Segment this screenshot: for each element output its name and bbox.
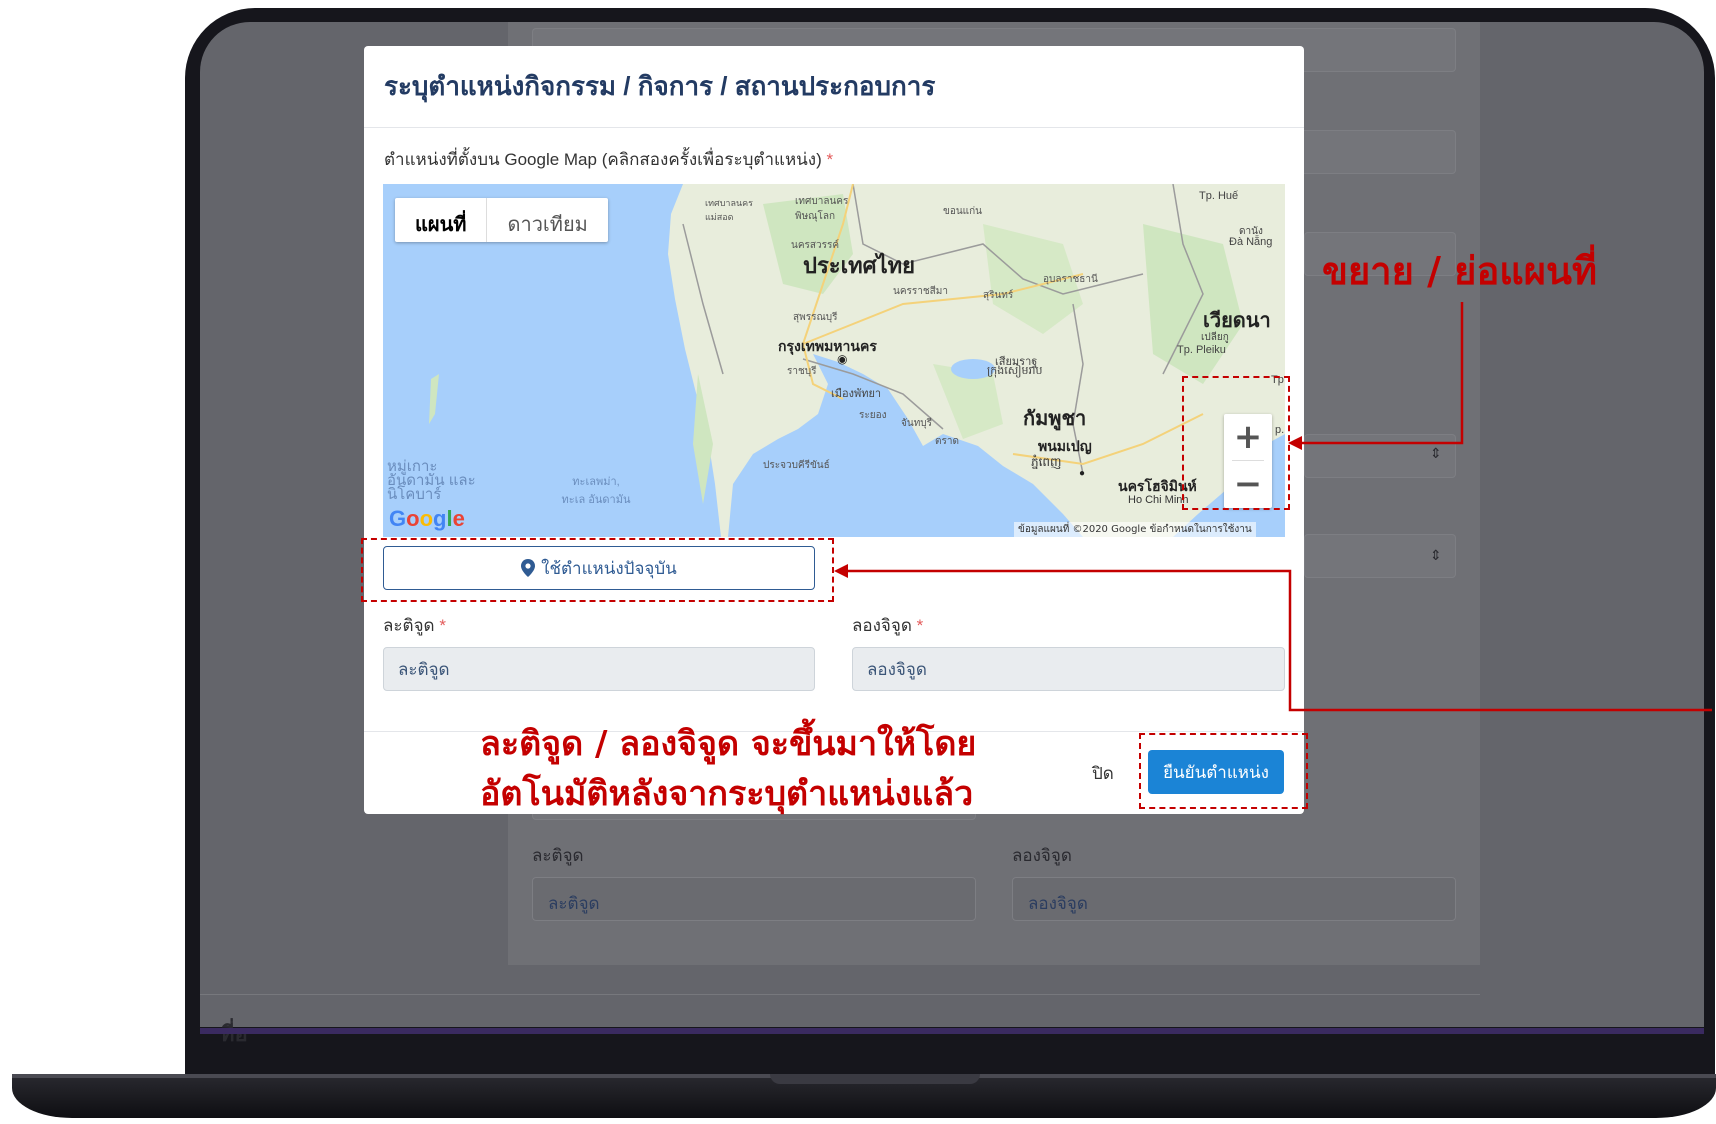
background-lat-label: ละติจูด	[532, 846, 584, 865]
map-field-label: ตำแหน่งที่ตั้งบน Google Map (คลิกสองครั้…	[384, 146, 833, 173]
select-caret-icon: ⇕	[1430, 446, 1442, 462]
map-attribution[interactable]: ข้อมูลแผนที่ ©2020 Google ข้อกำหนดในการใ…	[1014, 522, 1256, 537]
map-label-hue: Tp. Huế	[1199, 190, 1239, 202]
map-label-prachuap: ประจวบคีรีขันธ์	[763, 460, 830, 471]
select-caret-icon: ⇕	[1430, 548, 1442, 564]
map-label-pleiku-th: เปลียกู	[1201, 332, 1229, 343]
required-mark: *	[439, 616, 446, 635]
confirm-button-highlight-box	[1139, 733, 1308, 809]
map-label-ratchaburi: ราชบุรี	[787, 366, 817, 377]
map-label-cambodia: กัมพูชา	[1023, 408, 1087, 430]
latlng-annotation-line2: อัตโนมัติหลังจากระบุตำแหน่งแล้ว	[480, 774, 974, 814]
required-mark: *	[826, 150, 834, 169]
map-label-nakhon-sawan: นครสวรรค์	[791, 240, 840, 251]
map-label-suphanburi: สุพรรณบุรี	[793, 312, 838, 323]
map-label-thailand: ประเทศไทย	[803, 253, 916, 278]
map-label-chanthaburi: จันทบุรี	[901, 418, 933, 429]
map-label-andaman-islands: หมู่เกาะ อันดามัน และนิโคบาร์	[387, 458, 476, 503]
phnom-penh-marker-icon: ●	[1079, 468, 1086, 479]
map-label-nakhon-ratchasima: นครราชสีมา	[893, 286, 948, 297]
location-button-highlight-box	[361, 538, 834, 602]
laptop-notch	[770, 1074, 980, 1084]
map-label-siem-reap-km: ក្រុងសៀមរាប	[987, 365, 1043, 377]
map-label-pattaya: เมืองพัทยา	[831, 388, 882, 400]
map-label-andaman-sea: ทะเลพม่า, ทะเล อันดามัน	[561, 476, 631, 506]
modal-title: ระบุตำแหน่งกิจกรรม / กิจการ / สถานประกอบ…	[384, 71, 936, 101]
background-lng-value: ลองจิจูด	[1028, 894, 1088, 913]
map-label-phitsanulok: เทศบาลนคร พิษณุโลก	[795, 196, 849, 222]
map-label-trat: ตราด	[935, 436, 959, 447]
map-label-khon-kaen: ขอนแก่น	[943, 206, 983, 217]
required-mark: *	[916, 616, 924, 635]
map-type-toggle: แผนที่ ดาวเทียม	[395, 198, 608, 242]
background-lng-label: ลองจิจูด	[1012, 846, 1072, 865]
map-label-phnom-penh-km: ភ្នំពេញ	[1031, 455, 1062, 469]
map-label-danang: Đà Nẵng	[1229, 236, 1273, 248]
background-divider	[200, 994, 1480, 995]
map-type-map[interactable]: แผนที่	[395, 198, 488, 242]
longitude-label-text: ลองจิจูด	[852, 616, 912, 635]
longitude-label: ลองจิจูด *	[852, 612, 923, 639]
latitude-label: ละติจูด *	[383, 612, 446, 639]
latitude-label-text: ละติจูด	[383, 616, 435, 635]
close-button[interactable]: ปิด	[1092, 760, 1114, 787]
screen-bottom-strip	[200, 1028, 1704, 1034]
map-label-phetchabun: เทศบาลนคร แม่สอด	[705, 198, 754, 222]
map-label-bangkok: กรุงเทพมหานคร	[778, 338, 877, 354]
map-label-text: ตำแหน่งที่ตั้งบน Google Map (คลิกสองครั้…	[384, 150, 822, 169]
zoom-highlight-box	[1182, 376, 1290, 510]
latlng-annotation-line1: ละติจูด / ลองจิจูด จะขึ้นมาให้โดย	[480, 724, 977, 764]
modal-header-divider	[364, 127, 1304, 128]
longitude-input[interactable]	[852, 647, 1285, 691]
map-type-satellite[interactable]: ดาวเทียม	[487, 198, 607, 242]
latitude-input[interactable]	[383, 647, 815, 691]
map-label-surin: สุรินทร์	[983, 290, 1014, 301]
map-label-hcmc-en: Ho Chi Minh	[1128, 494, 1189, 506]
map-label-pleiku: Tp. Pleiku	[1177, 344, 1226, 356]
background-lat-value: ละติจูด	[548, 894, 600, 913]
bangkok-marker-icon: ◉	[837, 352, 848, 366]
google-logo: Google	[389, 506, 465, 531]
map-label-ubon: อุบลราชธานี	[1043, 274, 1098, 285]
map-label-rayong: ระยอง	[859, 410, 887, 421]
zoom-annotation: ขยาย / ย่อแผนที่	[1322, 249, 1598, 293]
